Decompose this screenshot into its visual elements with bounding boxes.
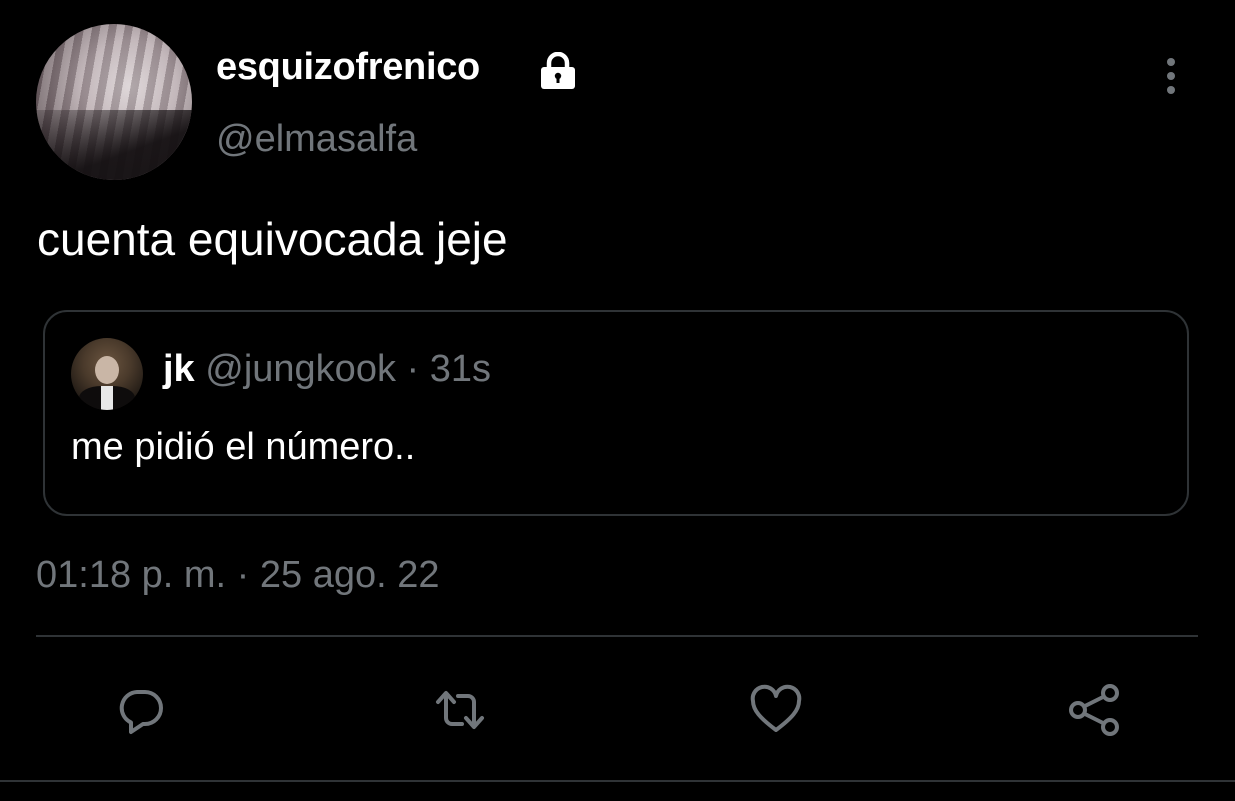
retweet-button[interactable] [430, 680, 490, 740]
quoted-separator: · [406, 348, 420, 390]
avatar-photo-shadow [36, 109, 192, 180]
reply-icon [119, 690, 163, 734]
like-button[interactable] [746, 680, 806, 740]
avatar-photo-shirt [101, 386, 113, 410]
tweet-timestamp[interactable]: 01:18 p. m. · 25 ago. 22 [36, 554, 440, 597]
divider [0, 780, 1235, 782]
quoted-author-handle: @jungkook [205, 348, 396, 390]
quoted-tweet-card[interactable]: jk @jungkook · 31s me pidió el número.. [43, 310, 1189, 516]
retweet-icon [436, 691, 484, 729]
quoted-time: 31s [429, 348, 492, 390]
reply-button[interactable] [111, 680, 171, 740]
tweet-text: cuenta equivocada jeje [37, 213, 508, 265]
quoted-author-name: jk [163, 348, 195, 390]
avatar-photo-face [95, 356, 119, 384]
share-button[interactable] [1064, 680, 1124, 740]
share-icon [1069, 684, 1119, 736]
divider [36, 635, 1198, 637]
author-handle[interactable]: @elmasalfa [216, 118, 417, 161]
quoted-tweet-header: jk @jungkook · 31s [163, 348, 491, 391]
heart-icon [750, 684, 802, 732]
author-avatar[interactable] [36, 24, 192, 180]
author-display-name[interactable]: esquizofrenico [216, 46, 480, 89]
more-vertical-icon[interactable] [1158, 56, 1184, 96]
quoted-author-avatar[interactable] [71, 338, 143, 410]
lock-icon [541, 52, 575, 89]
quoted-tweet-text: me pidió el número.. [71, 426, 416, 468]
